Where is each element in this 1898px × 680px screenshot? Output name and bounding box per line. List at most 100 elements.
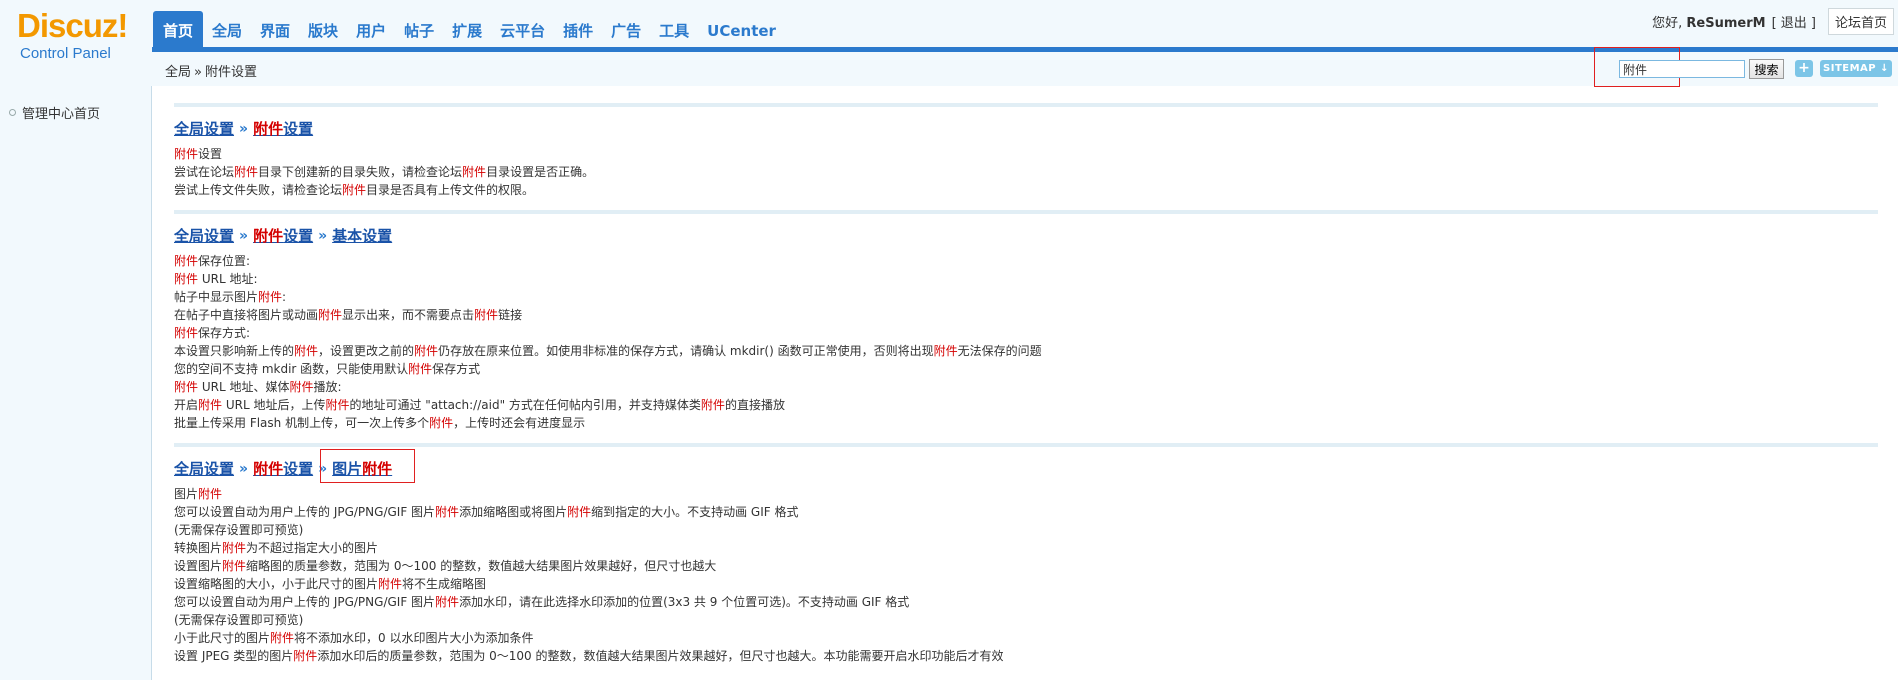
logo-wordmark: Discuz!	[17, 7, 128, 44]
keyword-highlight: 附件	[234, 165, 259, 179]
keyword-highlight: 附件	[408, 362, 433, 376]
result-line: 帖子中显示图片附件:	[174, 290, 287, 304]
result-line: 设置缩略图的大小，小于此尺寸的图片附件将不生成缩略图	[174, 577, 487, 591]
nav-tab[interactable]: 界面	[251, 11, 299, 47]
keyword-highlight: 附件	[258, 290, 283, 304]
keyword-highlight: 附件	[293, 649, 318, 663]
keyword-highlight: 附件	[174, 254, 199, 268]
double-chevron-icon: »	[318, 228, 328, 244]
nav-tab[interactable]: 云平台	[491, 11, 554, 47]
result-line: 开启附件 URL 地址后，上传附件的地址可通过 "attach://aid" 方…	[174, 398, 785, 412]
keyword-highlight: 附件	[474, 308, 499, 322]
double-chevron-icon: »	[239, 461, 249, 477]
nav-tab[interactable]: 全局	[203, 11, 251, 47]
logo-subtitle: Control Panel	[20, 45, 111, 62]
greeting: 您好, ReSumerM	[1652, 15, 1766, 31]
keyword-highlight: 附件	[435, 505, 460, 519]
keyword-highlight: 附件	[198, 487, 223, 501]
double-chevron-icon: »	[239, 121, 249, 137]
forum-home-button[interactable]: 论坛首页	[1827, 7, 1894, 35]
header: Discuz! Control Panel 首页 全局 界面 版块 用户 帖子 扩展 云平台插…	[0, 0, 1898, 87]
logout-link[interactable]: [ 退出 ]	[1772, 12, 1816, 31]
main-nav: 首页 全局 界面 版块 用户 帖子 扩展 云平台 插件 广告 工具 UCenter	[153, 11, 785, 47]
sidebar-item-label: 管理中心首页	[22, 107, 101, 122]
result-heading: 全局设置» 附件设置» 基本设置	[174, 225, 1878, 247]
nav-tab[interactable]: 工具	[650, 11, 698, 47]
result-lines: 附件保存位置: 附件 URL 地址: 帖子中显示图片附件: 在帖子中直接将图片或动画附…	[174, 252, 1878, 432]
result-line: 批量上传采用 Flash 机制上传，可一次上传多个附件，上传时还会有进度显示	[174, 416, 586, 430]
sitemap-button[interactable]: SITEMAP ↓	[1820, 60, 1892, 77]
keyword-highlight: 附件	[429, 416, 454, 430]
nav-tab[interactable]: 广告	[602, 11, 650, 47]
search-input[interactable]	[1619, 60, 1745, 78]
keyword-highlight: 附件	[294, 344, 319, 358]
keyword-highlight: 附件	[222, 559, 247, 573]
result-line: 附件保存方式:	[174, 326, 251, 340]
result-link[interactable]: 附件设置	[253, 118, 313, 140]
breadcrumb-current: 附件设置	[204, 65, 257, 80]
breadcrumb: 全局» 附件设置	[165, 61, 257, 80]
keyword-highlight: 附件	[435, 595, 460, 609]
result-line: 转换图片附件为不超过指定大小的图片	[174, 541, 379, 555]
keyword-highlight: 附件	[318, 308, 343, 322]
section-divider	[174, 443, 1878, 447]
result-link[interactable]: 全局设置	[174, 118, 234, 140]
section-divider	[174, 210, 1878, 214]
result-line: 设置图片附件缩略图的质量参数，范围为 0～100 的整数，数值越大结果图片效果越…	[174, 559, 717, 573]
keyword-highlight: 附件	[174, 326, 199, 340]
keyword-highlight: 附件	[253, 227, 284, 245]
keyword-highlight: 附件	[700, 398, 725, 412]
nav-tab[interactable]: 首页	[153, 11, 204, 47]
result-link[interactable]: 图片附件	[320, 449, 416, 483]
result-section: 全局设置 » 附件设置附件设置 尝试在论坛附件目录下创建新的目录失败，请检查论坛附件目…	[174, 103, 1878, 199]
result-section: 全局设置» 附件设置» 图片附件 图片附件 您可以设置自动为用户上传的 JPG/PNG/…	[174, 443, 1878, 665]
nav-tab[interactable]: 用户	[347, 11, 395, 47]
breadcrumb-global[interactable]: 全局	[165, 65, 191, 80]
keyword-highlight: 附件	[378, 577, 403, 591]
result-line: 附件 URL 地址、媒体附件播放:	[174, 380, 342, 394]
keyword-highlight: 附件	[198, 398, 223, 412]
result-lines: 图片附件 您可以设置自动为用户上传的 JPG/PNG/GIF 图片附件添加缩略图或…	[174, 485, 1878, 665]
keyword-highlight: 附件	[462, 165, 487, 179]
username: ReSumerM	[1686, 15, 1766, 31]
result-line: 尝试上传文件失败，请检查论坛附件目录是否具有上传文件的权限。	[174, 183, 535, 197]
search-button[interactable]: 搜索	[1749, 59, 1784, 79]
keyword-highlight: 附件	[325, 398, 350, 412]
nav-tab[interactable]: UCenter	[698, 11, 785, 47]
result-section: 全局设置» 附件设置» 基本设置 附件保存位置: 附件 URL 地址: 帖子中显示图片附件…	[174, 210, 1878, 432]
circle-bullet-icon	[9, 109, 16, 116]
section-divider	[174, 103, 1878, 107]
result-link[interactable]: 全局设置	[174, 225, 234, 247]
add-shortcut-button[interactable]: +	[1795, 60, 1813, 77]
result-line: 您的空间不支持 mkdir 函数，只能使用默认附件保存方式	[174, 362, 481, 376]
keyword-highlight: 附件	[933, 344, 958, 358]
result-link[interactable]: 全局设置	[174, 458, 234, 480]
result-line: 设置 JPEG 类型的图片附件添加水印后的质量参数，范围为 0～100 的整数，…	[174, 649, 1004, 663]
sidebar-item-admin-home[interactable]: 管理中心首页	[9, 103, 100, 122]
nav-tab[interactable]: 版块	[299, 11, 347, 47]
keyword-highlight: 附件	[174, 272, 199, 286]
breadcrumb-separator: »	[194, 65, 202, 80]
keyword-highlight: 附件	[414, 344, 439, 358]
result-link[interactable]: 附件设置	[253, 225, 313, 247]
result-line: 图片附件	[174, 487, 223, 501]
result-link[interactable]: 基本设置	[332, 225, 392, 247]
sidebar: 管理中心首页	[0, 86, 152, 680]
keyword-highlight: 附件	[253, 120, 284, 138]
result-heading: 全局设置 » 附件设置	[174, 118, 1878, 140]
nav-tab[interactable]: 插件	[554, 11, 602, 47]
result-lines: 附件设置 尝试在论坛附件目录下创建新的目录失败，请检查论坛附件目录设置是否正确。尝…	[174, 145, 1878, 199]
result-heading: 全局设置» 附件设置» 图片附件	[174, 449, 1878, 483]
keyword-highlight: 附件	[174, 147, 199, 161]
search-results: 全局设置» 附件设置 附件设置 尝试在论坛附件目录下创建新的目录失败，请检查论坛附件目…	[174, 103, 1878, 676]
result-line: 在帖子中直接将图片或动画附件显示出来，而不需要点击附件链接	[174, 308, 523, 322]
result-line: 附件保存位置:	[174, 254, 251, 268]
keyword-highlight: 附件	[174, 380, 199, 394]
nav-tab[interactable]: 帖子	[395, 11, 443, 47]
keyword-highlight: 附件	[270, 631, 295, 645]
result-line: 小于此尺寸的图片附件将不添加水印，0 以水印图片大小为添加条件	[174, 631, 534, 645]
marker-highlight-box	[320, 449, 416, 483]
result-link[interactable]: 附件设置	[253, 458, 313, 480]
nav-tab[interactable]: 扩展	[443, 11, 491, 47]
logo[interactable]: Discuz! Control Panel	[0, 0, 152, 86]
